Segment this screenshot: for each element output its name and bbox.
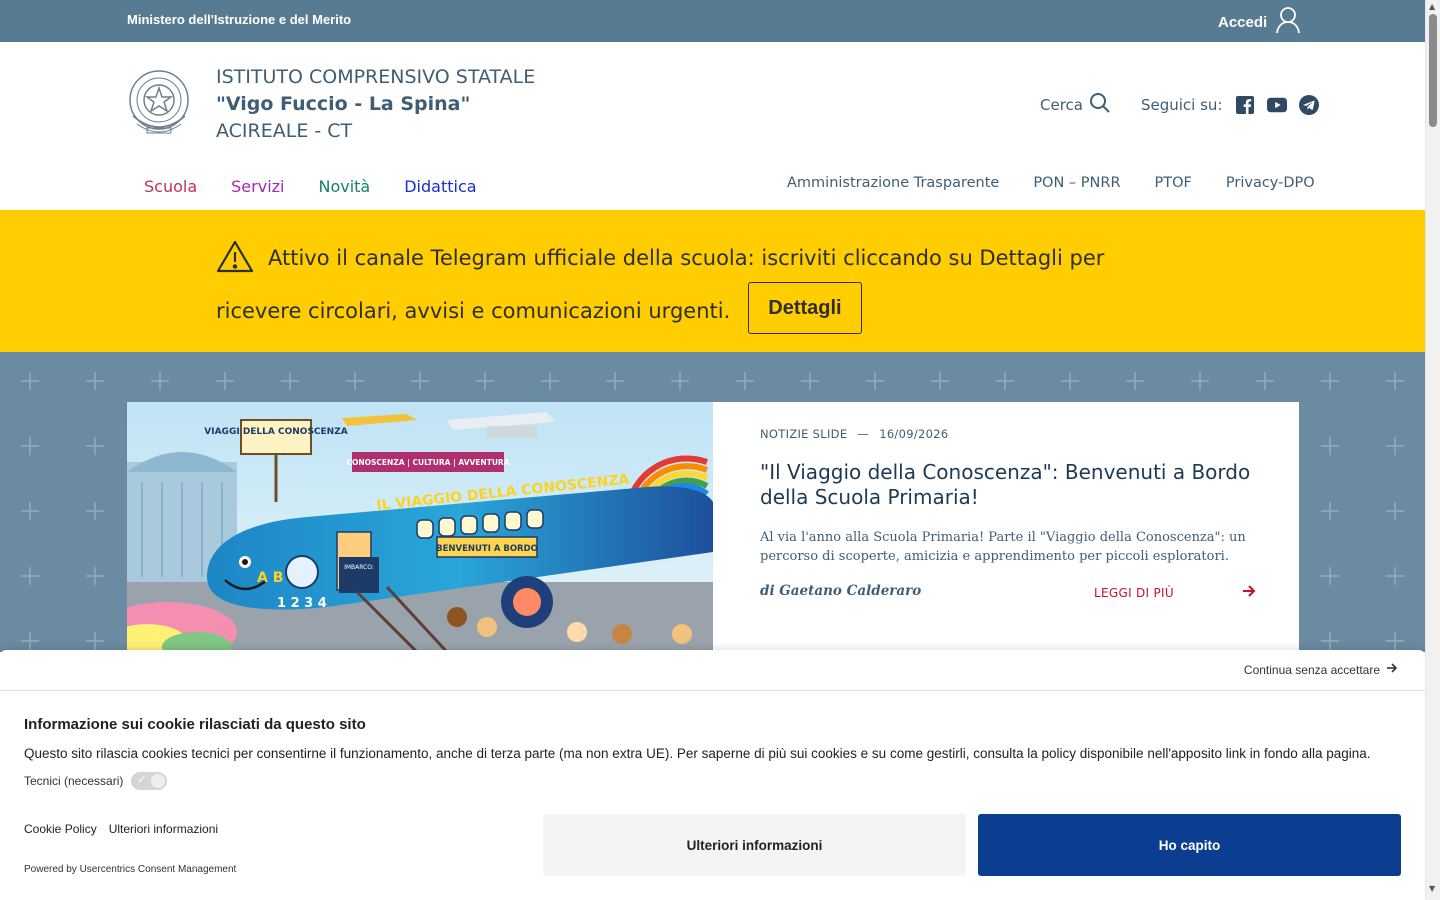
login-button[interactable]: Accedi bbox=[1218, 6, 1301, 38]
toggle-knob bbox=[151, 774, 166, 788]
nav-didattica[interactable]: Didattica bbox=[404, 177, 476, 196]
secondary-navigation: Amministrazione Trasparente PON – PNRR P… bbox=[787, 175, 1315, 191]
page-scrollbar[interactable]: ▲ ▼ bbox=[1425, 0, 1440, 900]
follow-label: Seguici su: bbox=[1140, 96, 1223, 114]
telegram-icon[interactable] bbox=[1298, 95, 1319, 115]
image-sign-text: VIAGGI DELLA CONOSCENZA bbox=[204, 427, 347, 437]
header-tools: Cerca Seguici su: bbox=[1040, 92, 1319, 118]
meta-separator: — bbox=[857, 427, 870, 441]
powered-by-text: Powered by Usercentrics Consent Manageme… bbox=[24, 864, 237, 875]
hero-author: di Gaetano Calderaro bbox=[760, 583, 922, 599]
nav-novita[interactable]: Novità bbox=[318, 177, 370, 196]
school-title[interactable]: ISTITUTO COMPRENSIVO STATALE "Vigo Fucci… bbox=[216, 64, 535, 145]
technical-cookies-row: Tecnici (necessari) ✓ bbox=[24, 772, 168, 790]
read-more-link[interactable]: LEGGI DI PIÙ bbox=[1094, 585, 1256, 600]
hero-card: VIAGGI DELLA CONOSCENZA CONOSCENZA | CUL… bbox=[127, 402, 1299, 652]
read-more-label: LEGGI DI PIÙ bbox=[1094, 586, 1174, 600]
nav-amministrazione-trasparente[interactable]: Amministrazione Trasparente bbox=[787, 175, 999, 191]
search-label: Cerca bbox=[1040, 96, 1083, 114]
school-title-line1: ISTITUTO COMPRENSIVO STATALE bbox=[216, 66, 536, 88]
accept-button[interactable]: Ho capito bbox=[978, 814, 1401, 876]
alert-text: Attivo il canale Telegram ufficiale dell… bbox=[216, 246, 1105, 323]
alert-banner: Attivo il canale Telegram ufficiale dell… bbox=[0, 210, 1425, 352]
hero-description: Al via l'anno alla Scuola Primaria! Part… bbox=[760, 530, 1246, 564]
scroll-down-icon[interactable]: ▼ bbox=[1429, 884, 1435, 893]
arrow-right-icon bbox=[1386, 662, 1398, 677]
more-info-button[interactable]: Ulteriori informazioni bbox=[543, 814, 966, 876]
hero-title[interactable]: "Il Viaggio della Conoscenza": Benvenuti… bbox=[760, 460, 1260, 510]
scroll-up-icon[interactable]: ▲ bbox=[1429, 2, 1435, 11]
scrollbar-thumb[interactable] bbox=[1429, 14, 1437, 127]
nav-scuola[interactable]: Scuola bbox=[144, 177, 197, 196]
cookie-text: Questo sito rilascia cookies tecnici per… bbox=[24, 746, 1371, 761]
hero-category[interactable]: NOTIZIE SLIDE bbox=[760, 427, 847, 441]
image-numbers: 1 2 3 4 bbox=[277, 596, 327, 611]
nav-ptof[interactable]: PTOF bbox=[1155, 175, 1192, 191]
hero-image[interactable]: VIAGGI DELLA CONOSCENZA CONOSCENZA | CUL… bbox=[127, 402, 713, 652]
arrow-right-icon bbox=[1242, 584, 1256, 601]
technical-cookies-toggle[interactable]: ✓ bbox=[131, 772, 168, 790]
school-title-line2: "Vigo Fuccio - La Spina" bbox=[216, 93, 471, 115]
alert-message: Attivo il canale Telegram ufficiale dell… bbox=[216, 236, 1166, 334]
cookie-links: Cookie Policy Ulteriori informazioni bbox=[24, 822, 218, 836]
check-icon: ✓ bbox=[137, 774, 147, 786]
nav-pon-pnrr[interactable]: PON – PNRR bbox=[1033, 175, 1120, 191]
hero-meta: NOTIZIE SLIDE — 16/09/2026 bbox=[760, 427, 949, 441]
social-follow: Seguici su: bbox=[1141, 95, 1319, 115]
cookie-title: Informazione sui cookie rilasciati da qu… bbox=[24, 716, 366, 733]
facebook-icon[interactable] bbox=[1235, 95, 1255, 115]
cookie-policy-link[interactable]: Cookie Policy bbox=[24, 822, 97, 836]
hero-section: VIAGGI DELLA CONOSCENZA CONOSCENZA | CUL… bbox=[0, 352, 1425, 652]
hero-date: 16/09/2026 bbox=[879, 427, 949, 441]
cookie-banner-header: Continua senza accettare bbox=[0, 650, 1425, 691]
details-button[interactable]: Dettagli bbox=[748, 282, 862, 334]
site-header: ISTITUTO COMPRENSIVO STATALE "Vigo Fucci… bbox=[0, 42, 1425, 210]
warning-icon bbox=[216, 240, 254, 289]
italian-republic-emblem[interactable] bbox=[127, 66, 191, 138]
continue-without-accepting-link[interactable]: Continua senza accettare bbox=[1244, 662, 1398, 677]
ministry-link[interactable]: Ministero dell'Istruzione e del Merito bbox=[127, 12, 351, 27]
user-icon bbox=[1275, 6, 1301, 38]
cookie-banner: Continua senza accettare Informazione su… bbox=[0, 650, 1425, 900]
nav-servizi[interactable]: Servizi bbox=[231, 177, 284, 196]
continue-label: Continua senza accettare bbox=[1243, 662, 1380, 677]
image-banner-text: CONOSCENZA | CULTURA | AVVENTURA bbox=[346, 458, 509, 468]
more-info-link[interactable]: Ulteriori informazioni bbox=[109, 822, 218, 836]
nav-privacy-dpo[interactable]: Privacy-DPO bbox=[1226, 175, 1315, 191]
main-navigation: Scuola Servizi Novità Didattica bbox=[144, 177, 477, 196]
image-welcome-text: BENVENUTI A BORDO bbox=[436, 544, 538, 554]
search-icon bbox=[1089, 92, 1111, 118]
top-bar: Ministero dell'Istruzione e del Merito A… bbox=[0, 0, 1425, 42]
school-title-line3: ACIREALE - CT bbox=[216, 120, 353, 142]
search-button[interactable]: Cerca bbox=[1040, 92, 1111, 118]
login-label: Accedi bbox=[1218, 13, 1268, 31]
image-boarding-text: IMBARCO: bbox=[344, 564, 374, 571]
youtube-icon[interactable] bbox=[1266, 95, 1287, 115]
technical-cookies-label: Tecnici (necessari) bbox=[24, 774, 124, 788]
